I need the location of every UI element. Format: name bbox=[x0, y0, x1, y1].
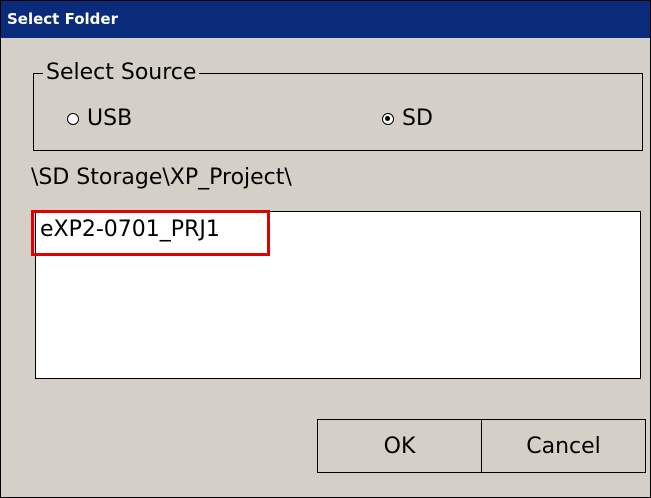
usb-radio-option[interactable]: USB bbox=[67, 106, 132, 131]
select-source-legend: Select Source bbox=[43, 60, 200, 86]
select-folder-dialog: Select Folder Select Source USB SD \SD S… bbox=[0, 0, 651, 498]
sd-radio-option[interactable]: SD bbox=[382, 106, 433, 131]
usb-radio-label: USB bbox=[87, 106, 133, 131]
cancel-button[interactable]: Cancel bbox=[481, 419, 646, 473]
radio-checked-icon bbox=[382, 112, 394, 125]
folder-list-item[interactable]: eXP2-0701_PRJ1 bbox=[36, 212, 224, 248]
dialog-title: Select Folder bbox=[1, 1, 650, 38]
current-path-label: \SD Storage\XP_Project\ bbox=[31, 165, 292, 190]
sd-radio-label: SD bbox=[402, 106, 433, 131]
radio-unchecked-icon bbox=[67, 112, 79, 125]
ok-button[interactable]: OK bbox=[317, 419, 482, 473]
folder-listbox[interactable]: eXP2-0701_PRJ1 bbox=[35, 211, 641, 379]
